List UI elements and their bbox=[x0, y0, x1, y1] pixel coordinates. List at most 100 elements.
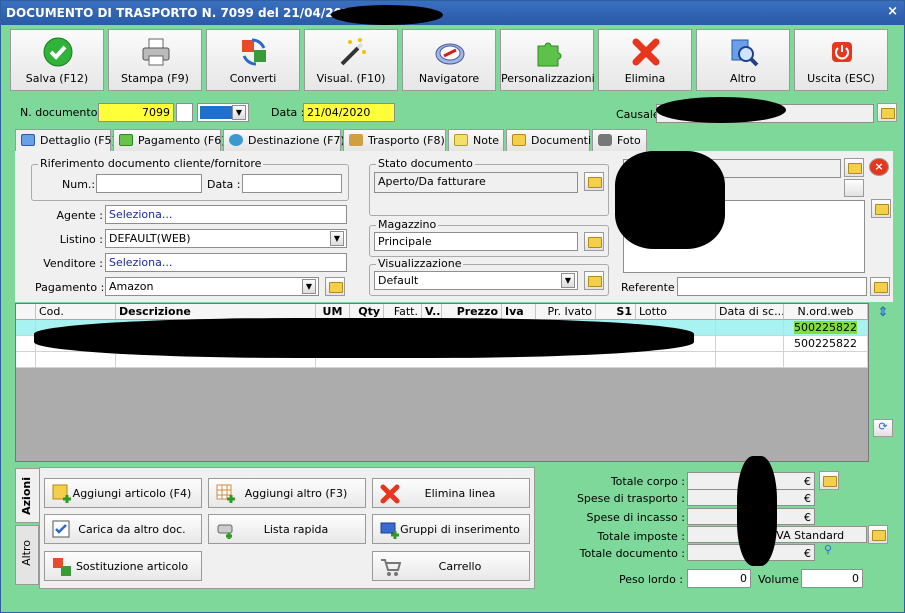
totale-corpo-folder-button[interactable] bbox=[819, 471, 839, 490]
chevron-down-icon[interactable]: ▼ bbox=[232, 105, 246, 120]
data-scad-cell[interactable] bbox=[716, 336, 784, 352]
peso-input[interactable]: 0 bbox=[687, 569, 751, 588]
window-title: DOCUMENTO DI TRASPORTO N. 7099 del 21/04… bbox=[6, 6, 359, 20]
dettaglio-panel: Riferimento documento cliente/fornitore … bbox=[15, 151, 893, 302]
pagamento-select[interactable]: Amazon ▼ bbox=[105, 277, 319, 296]
nordweb-value: 500225822 bbox=[794, 321, 857, 334]
col-header[interactable]: N.ord.web bbox=[784, 304, 868, 320]
cart-button[interactable]: Carrello bbox=[372, 551, 530, 581]
puzzle-icon bbox=[537, 42, 562, 67]
convert-button[interactable]: Converti bbox=[206, 29, 300, 91]
col-header[interactable]: Cod. bbox=[36, 304, 116, 320]
add-other-button[interactable]: Aggiungi altro (F3) bbox=[208, 478, 366, 508]
rif-date-input[interactable] bbox=[242, 174, 342, 193]
customizations-button[interactable]: Personalizzazioni bbox=[500, 29, 595, 91]
tab-destinazione[interactable]: Destinazione (F7) bbox=[223, 129, 345, 152]
truck-icon bbox=[349, 134, 363, 146]
magazzino-input[interactable]: Principale bbox=[374, 232, 578, 251]
scanner-icon bbox=[217, 524, 233, 539]
pagamento-folder-button[interactable] bbox=[325, 277, 345, 296]
quick-list-button[interactable]: Lista rapida bbox=[208, 514, 366, 544]
nordweb-cell[interactable]: 500225822 bbox=[784, 320, 868, 336]
num-input[interactable] bbox=[96, 174, 202, 193]
data-scad-cell[interactable] bbox=[716, 320, 784, 336]
tab-azioni[interactable]: Azioni bbox=[15, 468, 39, 523]
cliente-folder-button[interactable] bbox=[844, 158, 864, 177]
col-header[interactable]: Data di sc... bbox=[716, 304, 784, 320]
ndoc-suffix-input[interactable] bbox=[176, 103, 193, 122]
cod-cell[interactable] bbox=[36, 352, 116, 368]
totale-corpo-label: Totale corpo : bbox=[610, 475, 685, 488]
series-select[interactable]: ▼ bbox=[197, 103, 249, 122]
date-input[interactable]: 21/04/2020 bbox=[303, 103, 395, 122]
insert-groups-button[interactable]: Gruppi di inserimento bbox=[372, 514, 530, 544]
visual-folder-button[interactable] bbox=[584, 271, 604, 290]
tab-foto[interactable]: Foto bbox=[592, 129, 647, 152]
peso-label: Peso lordo : bbox=[619, 573, 683, 586]
ndoc-input[interactable]: 7099 bbox=[98, 103, 174, 122]
col-header[interactable]: Iva bbox=[502, 304, 536, 320]
listino-select[interactable]: DEFAULT(WEB) ▼ bbox=[105, 229, 347, 248]
date-label: Data : bbox=[271, 106, 305, 119]
tab-dettaglio[interactable]: Dettaglio (F5) bbox=[15, 129, 116, 153]
clear-cliente-button[interactable]: × bbox=[869, 158, 889, 176]
referente-input[interactable] bbox=[677, 277, 867, 296]
add-article-button[interactable]: Aggiungi articolo (F4) bbox=[44, 478, 202, 508]
printer-icon bbox=[142, 38, 170, 66]
volume-label: Volume : bbox=[758, 573, 807, 586]
num-label: Num.: bbox=[62, 178, 96, 191]
tab-trasporto[interactable]: Trasporto (F8) bbox=[343, 129, 446, 152]
iva-select[interactable]: IVA Standard bbox=[769, 526, 867, 543]
pagamento-label: Pagamento : bbox=[35, 281, 105, 294]
load-from-doc-button[interactable]: Carica da altro doc. bbox=[44, 514, 202, 544]
exit-button[interactable]: Uscita (ESC) bbox=[794, 29, 888, 91]
stato-folder-button[interactable] bbox=[584, 172, 604, 191]
chevron-down-icon[interactable]: ▼ bbox=[302, 279, 316, 294]
replace-article-button[interactable]: Sostituzione articolo bbox=[44, 551, 202, 581]
red-x-icon bbox=[632, 38, 660, 66]
articles-table[interactable]: Cod. Descrizione UM Qty Fatt. V... Prezz… bbox=[15, 303, 869, 462]
delete-button[interactable]: Elimina bbox=[598, 29, 692, 91]
tab-documenti[interactable]: Documenti bbox=[506, 129, 591, 152]
refresh-icon[interactable]: ⟳ bbox=[873, 419, 893, 437]
tab-altro[interactable]: Altro bbox=[15, 525, 39, 585]
visual-select[interactable]: Default ▼ bbox=[374, 271, 578, 290]
nordweb-cell[interactable]: 500225822 bbox=[784, 336, 868, 352]
col-header[interactable]: Pr. Ivato bbox=[536, 304, 596, 320]
nordweb-cell[interactable] bbox=[784, 352, 868, 368]
row-indicator bbox=[16, 320, 36, 336]
magazzino-legend: Magazzino bbox=[376, 218, 439, 231]
chevron-down-icon[interactable]: ▼ bbox=[330, 231, 344, 246]
col-header[interactable]: S1 bbox=[596, 304, 636, 320]
delete-line-button[interactable]: Elimina linea bbox=[372, 478, 530, 508]
more-button[interactable]: Altro bbox=[696, 29, 790, 91]
venditore-input[interactable]: Seleziona... bbox=[105, 253, 347, 272]
iva-folder-button[interactable] bbox=[868, 525, 888, 544]
data-scad-cell[interactable] bbox=[716, 352, 784, 368]
venditore-label: Venditore : bbox=[43, 257, 103, 270]
address-folder-button[interactable] bbox=[871, 199, 891, 218]
stato-input[interactable]: Aperto/Da fatturare bbox=[374, 172, 578, 193]
tab-note[interactable]: Note bbox=[448, 129, 504, 152]
visual-button[interactable]: Visual. (F10) bbox=[304, 29, 398, 91]
redacted-area bbox=[615, 151, 725, 249]
magazzino-folder-button[interactable] bbox=[584, 232, 604, 251]
referente-folder-button[interactable] bbox=[870, 277, 890, 296]
volume-input[interactable]: 0 bbox=[801, 569, 863, 588]
tab-pagamento[interactable]: Pagamento (F6) bbox=[113, 129, 226, 152]
row-header-column bbox=[16, 304, 36, 320]
save-button[interactable]: Salva (F12) bbox=[10, 29, 104, 91]
navigator-button[interactable]: Navigatore bbox=[402, 29, 496, 91]
move-up-down-icon[interactable]: ⇕ bbox=[873, 305, 893, 323]
user-icon[interactable] bbox=[844, 179, 864, 197]
print-button[interactable]: Stampa (F9) bbox=[108, 29, 202, 91]
chevron-down-icon[interactable]: ▼ bbox=[561, 273, 575, 288]
col-header[interactable]: Lotto bbox=[636, 304, 716, 320]
ndoc-label: N. documento : bbox=[20, 106, 105, 119]
rif-date-label: Data : bbox=[207, 178, 241, 191]
causale-folder-button[interactable] bbox=[877, 103, 897, 122]
close-icon[interactable]: × bbox=[887, 4, 898, 19]
causale-label: Causale bbox=[616, 108, 660, 121]
agente-input[interactable]: Seleziona... bbox=[105, 205, 347, 224]
zoom-icon[interactable]: ⚲ bbox=[818, 543, 838, 561]
